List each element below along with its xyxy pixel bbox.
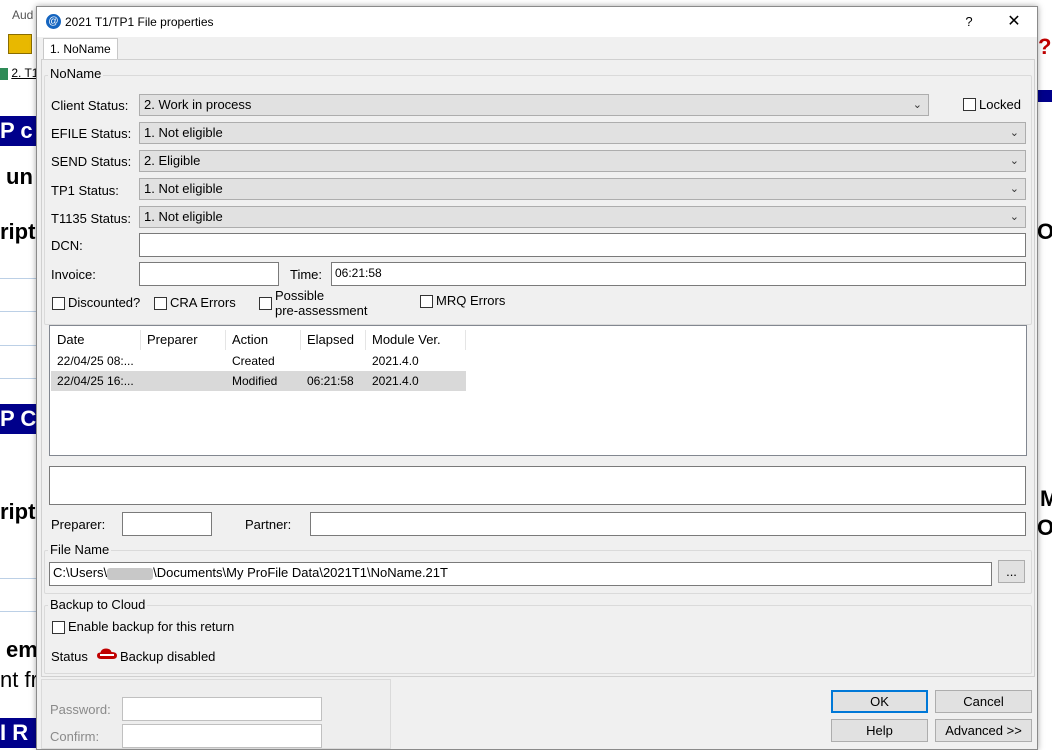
browse-button[interactable]: ... bbox=[998, 560, 1025, 583]
chevron-down-icon: ⌄ bbox=[1009, 127, 1019, 139]
bg-band-3: I R bbox=[0, 718, 40, 748]
possible-pre-assessment-checkbox[interactable] bbox=[259, 297, 272, 310]
history-module: 2021.4.0 bbox=[372, 354, 419, 368]
backup-status-label: Status bbox=[51, 649, 88, 664]
toolbar-book-icon bbox=[8, 34, 32, 54]
possible-pre-assessment-label: Possible pre-assessment bbox=[275, 288, 368, 318]
preparer-label: Preparer: bbox=[51, 517, 106, 532]
bg-text-right-1: Ov bbox=[1037, 219, 1052, 244]
tp1-status-label: TP1 Status: bbox=[51, 183, 119, 198]
password-field[interactable] bbox=[122, 697, 322, 721]
bg-text-2: ripti bbox=[0, 219, 36, 244]
confirm-label: Confirm: bbox=[50, 729, 100, 744]
bg-text-4: em bbox=[6, 637, 36, 662]
help-question-icon: ? bbox=[1038, 34, 1052, 59]
dcn-field[interactable] bbox=[139, 233, 1026, 257]
confirm-field[interactable] bbox=[122, 724, 322, 748]
locked-label: Locked bbox=[979, 97, 1021, 112]
history-action: Created bbox=[232, 354, 275, 368]
history-date: 22/04/25 08:... bbox=[57, 354, 134, 368]
column-header-module-ver[interactable]: Module Ver. bbox=[366, 330, 466, 350]
history-row-selected[interactable]: 22/04/25 16:... Modified 06:21:58 2021.4… bbox=[51, 371, 466, 391]
bg-text-right-2: M bbox=[1040, 486, 1052, 511]
history-elapsed: 06:21:58 bbox=[307, 374, 354, 388]
dcn-label: DCN: bbox=[51, 238, 83, 253]
locked-checkbox[interactable] bbox=[963, 98, 976, 111]
cra-errors-checkbox[interactable] bbox=[154, 297, 167, 310]
cancel-button[interactable]: Cancel bbox=[935, 690, 1032, 713]
time-label: Time: bbox=[290, 267, 323, 282]
client-status-label: Client Status: bbox=[51, 98, 129, 113]
file-path-field[interactable]: C:\Users\ \Documents\My ProFile Data\2021… bbox=[49, 562, 992, 586]
chevron-down-icon: ⌄ bbox=[1009, 183, 1019, 195]
bg-tab-fragment: 2. T1 bbox=[0, 66, 38, 80]
invoice-label: Invoice: bbox=[51, 267, 96, 282]
redacted-username bbox=[107, 567, 154, 580]
app-icon: @ bbox=[46, 14, 61, 29]
backup-status-text: Backup disabled bbox=[120, 649, 216, 664]
column-header-elapsed[interactable]: Elapsed bbox=[301, 330, 366, 350]
menu-fragment: Aud bbox=[12, 8, 34, 22]
password-label: Password: bbox=[50, 702, 111, 717]
tab-noname[interactable]: 1. NoName bbox=[43, 38, 118, 60]
efile-status-select[interactable]: 1. Not eligible ⌄ bbox=[139, 122, 1026, 144]
partner-label: Partner: bbox=[245, 517, 292, 532]
bg-band-2: P C bbox=[0, 404, 40, 434]
column-header-action[interactable]: Action bbox=[226, 330, 301, 350]
column-header-date[interactable]: Date bbox=[51, 330, 141, 350]
cloud-disabled-icon bbox=[97, 648, 117, 663]
enable-backup-checkbox[interactable] bbox=[52, 621, 65, 634]
group-title: NoName bbox=[48, 66, 104, 81]
cra-errors-label: CRA Errors bbox=[170, 295, 236, 310]
chevron-down-icon: ⌄ bbox=[1009, 155, 1019, 167]
bg-text-right-3: Ov bbox=[1037, 515, 1052, 540]
mrq-errors-label: MRQ Errors bbox=[436, 293, 506, 308]
history-action: Modified bbox=[232, 374, 278, 388]
t1135-status-select[interactable]: 1. Not eligible ⌄ bbox=[139, 206, 1026, 228]
help-button[interactable]: ? bbox=[954, 11, 984, 33]
time-field[interactable]: 06:21:58 bbox=[331, 262, 1026, 286]
notes-field[interactable] bbox=[49, 466, 1026, 505]
backup-title: Backup to Cloud bbox=[48, 597, 148, 612]
bg-text-5: nt fr bbox=[0, 667, 36, 692]
file-name-title: File Name bbox=[48, 542, 112, 557]
column-header-preparer[interactable]: Preparer bbox=[141, 330, 226, 350]
send-status-label: SEND Status: bbox=[51, 154, 132, 169]
bg-text-1: un bbox=[6, 164, 33, 189]
mrq-errors-checkbox[interactable] bbox=[420, 295, 433, 308]
send-status-select[interactable]: 2. Eligible ⌄ bbox=[139, 150, 1026, 172]
bg-text-3: ripti bbox=[0, 499, 36, 524]
preparer-field[interactable] bbox=[122, 512, 212, 536]
history-row[interactable]: 22/04/25 08:... Created 2021.4.0 bbox=[51, 351, 466, 371]
dialog-title: 2021 T1/TP1 File properties bbox=[65, 15, 214, 29]
password-panel: Password: Confirm: bbox=[41, 679, 391, 749]
client-status-select[interactable]: 2. Work in process ⌄ bbox=[139, 94, 929, 116]
history-list[interactable]: Date Preparer Action Elapsed Module Ver.… bbox=[49, 325, 1027, 456]
close-icon[interactable]: ✕ bbox=[999, 11, 1029, 33]
advanced-button[interactable]: Advanced >> bbox=[935, 719, 1032, 742]
tp1-status-select[interactable]: 1. Not eligible ⌄ bbox=[139, 178, 1026, 200]
file-properties-dialog: @ 2021 T1/TP1 File properties ? ✕ 1. NoN… bbox=[36, 6, 1038, 750]
history-module: 2021.4.0 bbox=[372, 374, 419, 388]
ok-button[interactable]: OK bbox=[831, 690, 928, 713]
title-bar[interactable]: @ 2021 T1/TP1 File properties ? ✕ bbox=[37, 7, 1037, 37]
discounted-label: Discounted? bbox=[68, 295, 141, 310]
help-dialog-button[interactable]: Help bbox=[831, 719, 928, 742]
enable-backup-label: Enable backup for this return bbox=[68, 619, 235, 634]
bottom-area: Password: Confirm: OK Cancel Help Advanc… bbox=[37, 677, 1037, 749]
history-date: 22/04/25 16:... bbox=[57, 374, 134, 388]
partner-field[interactable] bbox=[310, 512, 1026, 536]
invoice-field[interactable] bbox=[139, 262, 279, 286]
t1135-status-label: T1135 Status: bbox=[51, 211, 131, 226]
bg-band-1: P c bbox=[0, 116, 40, 146]
discounted-checkbox[interactable] bbox=[52, 297, 65, 310]
chevron-down-icon: ⌄ bbox=[912, 99, 922, 111]
chevron-down-icon: ⌄ bbox=[1009, 211, 1019, 223]
tab-panel: NoName Client Status: 2. Work in process… bbox=[41, 59, 1035, 677]
efile-status-label: EFILE Status: bbox=[51, 126, 132, 141]
